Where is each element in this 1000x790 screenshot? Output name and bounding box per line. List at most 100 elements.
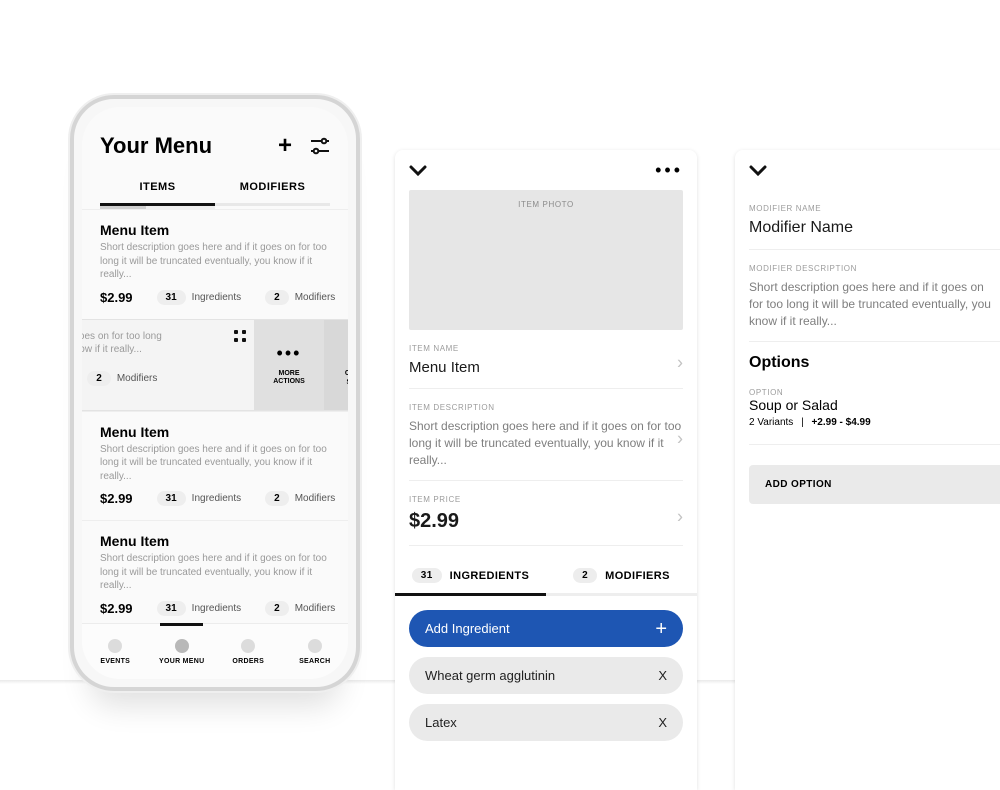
item-description: Short description goes here and if it go… <box>100 241 330 282</box>
filter-icon[interactable] <box>310 137 330 155</box>
nav-icon <box>175 639 189 653</box>
item-price: $2.99 <box>100 290 133 305</box>
screen-item-detail: ••• ITEM PHOTO ITEM NAME Menu Item › ITE… <box>395 150 697 790</box>
field-value: $2.99 <box>409 510 683 533</box>
more-icon: ••• <box>277 343 302 364</box>
modifiers-count: 2 <box>573 568 597 583</box>
change-status-label: CHANGE STATUS <box>345 370 348 387</box>
field-value: Menu Item <box>409 359 683 376</box>
modifiers-count: 2 <box>265 290 289 305</box>
item-price: $2.99 <box>100 491 133 506</box>
nav-icon <box>241 639 255 653</box>
option-label: OPTION <box>749 388 1000 397</box>
add-option-label: ADD OPTION <box>765 479 832 490</box>
nav-label: ORDERS <box>232 658 264 665</box>
list-item[interactable]: Menu Item Short description goes here an… <box>82 209 348 319</box>
field-label: ITEM PRICE <box>409 495 683 504</box>
list-item[interactable]: Menu Item Short description goes here an… <box>82 411 348 521</box>
item-price: $2.99 <box>100 601 133 616</box>
modifier-description-field[interactable]: MODIFIER DESCRIPTION Short description g… <box>749 250 1000 342</box>
collapse-icon[interactable] <box>749 160 767 181</box>
item-photo-placeholder[interactable]: ITEM PHOTO <box>409 190 683 330</box>
item-title: Menu Item <box>100 424 330 440</box>
grid-icon[interactable] <box>224 328 256 344</box>
ingredient-list: Add Ingredient + Wheat germ agglutinin X… <box>409 610 683 741</box>
bottom-nav: EVENTS YOUR MENU ORDERS SEARCH <box>82 623 348 679</box>
modifiers-label: Modifiers <box>117 373 158 384</box>
list-item-swiped[interactable]: e and if it goes on for too long ally, y… <box>82 319 348 411</box>
ingredients-label: Ingredients <box>192 493 241 504</box>
chevron-right-icon: › <box>677 507 683 528</box>
modifier-name-field[interactable]: MODIFIER NAME Modifier Name <box>749 190 1000 250</box>
nav-search[interactable]: SEARCH <box>282 624 349 679</box>
option-row[interactable]: OPTION Soup or Salad 2 Variants | +2.99 … <box>749 378 1000 445</box>
item-photo-label: ITEM PHOTO <box>518 200 574 209</box>
field-label: MODIFIER DESCRIPTION <box>749 264 1000 273</box>
item-description: Short description goes here and if it go… <box>100 552 330 593</box>
modifiers-label: Modifiers <box>295 292 336 303</box>
add-option-button[interactable]: ADD OPTION <box>749 465 1000 504</box>
ingredient-chip[interactable]: Latex X <box>409 704 683 741</box>
nav-events[interactable]: EVENTS <box>82 624 149 679</box>
add-ingredient-button[interactable]: Add Ingredient + <box>409 610 683 647</box>
nav-your-menu[interactable]: YOUR MENU <box>149 624 216 679</box>
tabs: ITEMS MODIFIERS <box>100 173 330 206</box>
field-value: Short description goes here and if it go… <box>409 418 683 468</box>
page-title: Your Menu <box>100 133 212 159</box>
tab-modifiers[interactable]: MODIFIERS <box>215 173 330 206</box>
nav-label: EVENTS <box>100 658 130 665</box>
ingredients-count: 31 <box>157 290 186 305</box>
option-variants: 2 Variants <box>749 417 793 428</box>
more-actions-button[interactable]: ••• MORE ACTIONS <box>254 320 324 410</box>
menu-list[interactable]: Menu Item Short description goes here an… <box>82 209 348 649</box>
list-item[interactable]: Menu Item Short description goes here an… <box>82 520 348 630</box>
add-ingredient-label: Add Ingredient <box>425 621 510 636</box>
field-label: ITEM NAME <box>409 344 683 353</box>
item-name-field[interactable]: ITEM NAME Menu Item › <box>409 330 683 389</box>
chevron-right-icon: › <box>677 428 683 449</box>
ingredients-label: Ingredients <box>192 603 241 614</box>
add-icon[interactable]: + <box>278 134 292 158</box>
field-value: Modifier Name <box>749 219 1000 237</box>
detail-tabs: 31 INGREDIENTS 2 MODIFIERS <box>395 562 697 596</box>
remove-icon[interactable]: X <box>658 668 667 683</box>
screen-menu-list: Your Menu + ITEMS MODIFIERS Menu Item Sh… <box>82 107 348 679</box>
tab-modifiers[interactable]: 2 MODIFIERS <box>546 562 697 596</box>
remove-icon[interactable]: X <box>658 715 667 730</box>
header: Your Menu + ITEMS MODIFIERS <box>82 107 348 209</box>
field-value: Short description goes here and if it go… <box>749 279 1000 329</box>
ingredient-chip[interactable]: Wheat germ agglutinin X <box>409 657 683 694</box>
modifiers-count: 2 <box>265 491 289 506</box>
tab-label: MODIFIERS <box>605 570 670 582</box>
tab-label: INGREDIENTS <box>450 570 530 582</box>
tab-ingredients[interactable]: 31 INGREDIENTS <box>395 562 546 596</box>
ingredients-count: 31 <box>157 491 186 506</box>
option-price-range: +2.99 - $4.99 <box>811 417 870 428</box>
field-label: MODIFIER NAME <box>749 204 1000 213</box>
more-actions-label: MORE ACTIONS <box>273 370 305 387</box>
nav-icon <box>108 639 122 653</box>
phone-frame: Your Menu + ITEMS MODIFIERS Menu Item Sh… <box>70 95 360 691</box>
item-description-field[interactable]: ITEM DESCRIPTION Short description goes … <box>409 389 683 481</box>
more-icon[interactable]: ••• <box>655 160 683 181</box>
nav-icon <box>308 639 322 653</box>
ingredients-count: 31 <box>412 568 442 583</box>
item-description-fragment: e and if it goes on for too long ally, y… <box>82 330 222 357</box>
item-price-field[interactable]: ITEM PRICE $2.99 › <box>409 481 683 546</box>
option-subtitle: 2 Variants | +2.99 - $4.99 <box>749 417 1000 428</box>
nav-orders[interactable]: ORDERS <box>215 624 282 679</box>
nav-label: YOUR MENU <box>159 658 204 665</box>
modifiers-count: 2 <box>87 371 111 386</box>
chevron-right-icon: › <box>677 353 683 374</box>
ingredient-name: Latex <box>425 715 457 730</box>
collapse-icon[interactable] <box>409 160 427 181</box>
ingredient-name: Wheat germ agglutinin <box>425 668 555 683</box>
ingredients-label: Ingredients <box>192 292 241 303</box>
change-status-button[interactable]: CHANGE STATUS <box>324 320 348 410</box>
tab-items[interactable]: ITEMS <box>100 173 215 206</box>
modifiers-label: Modifiers <box>295 493 336 504</box>
field-label: ITEM DESCRIPTION <box>409 403 683 412</box>
ingredients-count: 31 <box>157 601 186 616</box>
option-name: Soup or Salad <box>749 397 1000 413</box>
plus-icon: + <box>655 624 667 634</box>
